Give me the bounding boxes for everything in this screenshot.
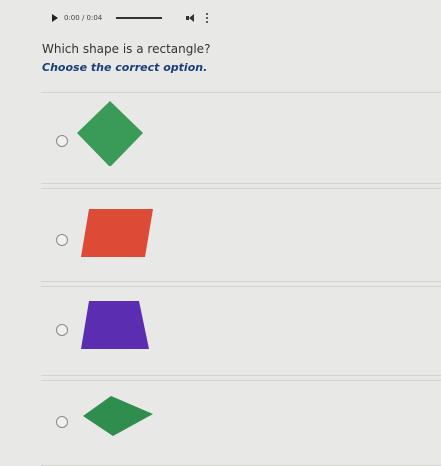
diamond-shape <box>77 101 143 166</box>
kite-shape <box>83 396 153 436</box>
option-3-radio[interactable] <box>56 324 68 336</box>
audio-progress-bar[interactable] <box>116 17 163 19</box>
more-options-icon[interactable] <box>202 13 212 23</box>
trapezoid-fill <box>81 301 149 349</box>
option-1[interactable] <box>41 92 441 184</box>
audio-player: 0:00 / 0:04 <box>42 6 214 30</box>
option-2[interactable] <box>41 188 441 282</box>
instruction-text: Choose the correct option. <box>42 61 208 74</box>
option-1-radio[interactable] <box>56 135 68 147</box>
audio-time: 0:00 / 0:04 <box>64 14 103 22</box>
option-3[interactable] <box>41 286 441 376</box>
parallelogram-shape <box>81 209 153 257</box>
question-text: Which shape is a rectangle? <box>42 42 211 56</box>
play-icon[interactable] <box>52 14 58 22</box>
trapezoid-shape <box>81 301 149 349</box>
kite-fill <box>83 396 153 436</box>
option-4-radio[interactable] <box>56 416 68 428</box>
parallelogram-fill <box>81 209 153 257</box>
diamond-fill <box>77 101 143 166</box>
volume-icon[interactable] <box>186 13 196 23</box>
option-2-radio[interactable] <box>56 234 68 246</box>
option-4[interactable] <box>41 380 441 466</box>
